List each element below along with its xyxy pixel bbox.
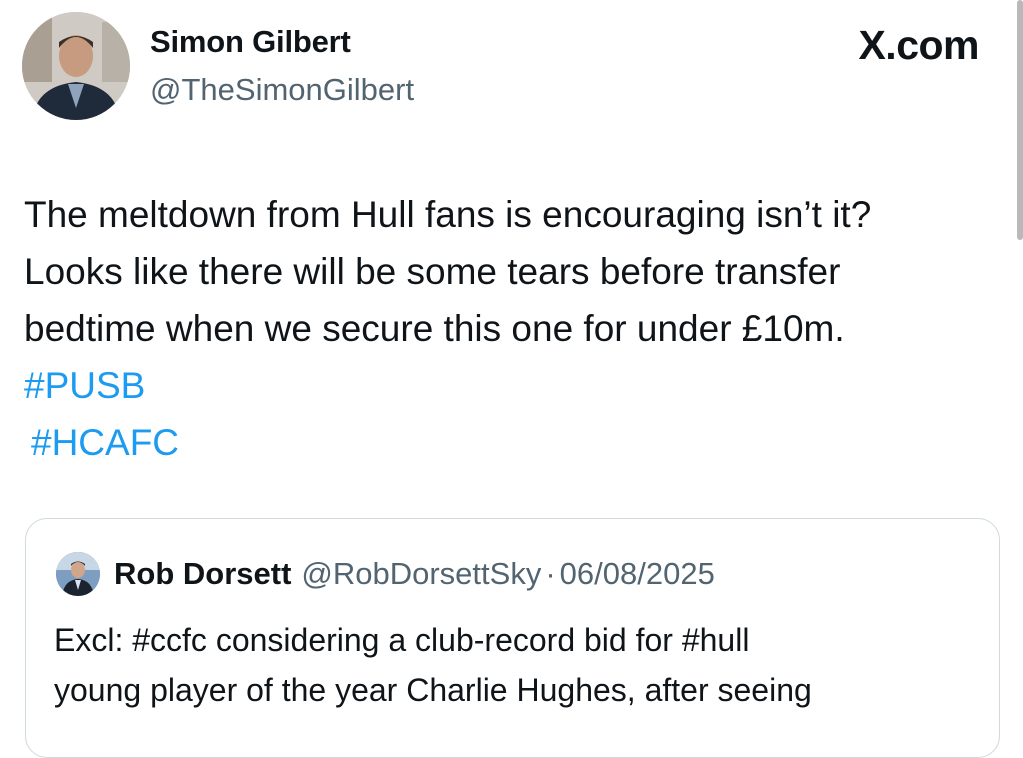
quoted-tweet-header: Rob Dorsett @RobDorsettSky · 06/08/2025	[56, 549, 715, 599]
quoted-tweet-line: Excl: #ccfc considering a club-record bi…	[54, 622, 750, 658]
quoted-author-avatar[interactable]	[56, 552, 100, 596]
quoted-author-handle[interactable]: @RobDorsettSky	[301, 556, 541, 592]
tweet-line: bedtime when we secure this one for unde…	[24, 308, 845, 349]
avatar-photo-icon	[22, 12, 130, 120]
author-avatar[interactable]	[22, 12, 130, 120]
quoted-tweet-date[interactable]: 06/08/2025	[560, 556, 715, 592]
separator-dot: ·	[545, 556, 556, 591]
tweet-line: Looks like there will be some tears befo…	[24, 251, 841, 292]
quoted-tweet-card[interactable]: Rob Dorsett @RobDorsettSky · 06/08/2025 …	[25, 518, 1000, 758]
avatar-photo-icon	[56, 552, 100, 596]
hashtag-link[interactable]: #HCAFC	[24, 414, 999, 471]
author-name[interactable]: Simon Gilbert	[150, 24, 351, 60]
quoted-tweet-line: young player of the year Charlie Hughes,…	[54, 672, 812, 708]
tweet-body: The meltdown from Hull fans is encouragi…	[24, 186, 999, 471]
quoted-author-name[interactable]: Rob Dorsett	[114, 556, 291, 592]
scrollbar[interactable]	[1017, 0, 1023, 240]
brand-logo: X.com	[858, 22, 979, 68]
hashtag-link[interactable]: #PUSB	[24, 357, 999, 414]
quoted-tweet-body: Excl: #ccfc considering a club-record bi…	[54, 615, 984, 715]
tweet-line: The meltdown from Hull fans is encouragi…	[24, 194, 872, 235]
author-handle[interactable]: @TheSimonGilbert	[150, 72, 414, 108]
